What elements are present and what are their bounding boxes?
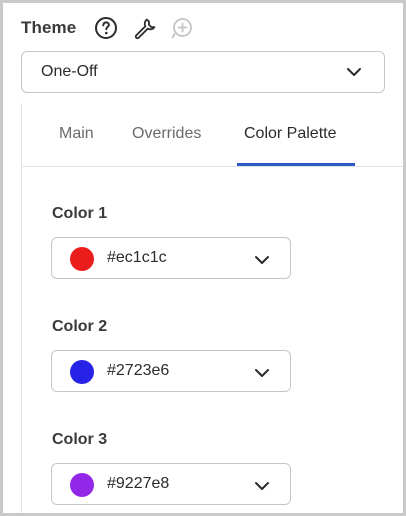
color-2-value: #2723e6 <box>107 362 170 379</box>
theme-settings-panel: Main Overrides Color Palette Color 1 #ec… <box>21 103 403 513</box>
wrench-icon[interactable] <box>131 15 157 41</box>
chevron-down-icon <box>346 64 362 85</box>
chevron-down-icon <box>254 365 270 386</box>
theme-select-value: One-Off <box>41 63 98 80</box>
tab-overrides[interactable]: Overrides <box>132 125 201 143</box>
theme-select[interactable]: One-Off <box>21 51 385 93</box>
chevron-down-icon <box>254 252 270 273</box>
color-swatch <box>70 473 94 497</box>
theme-label: Theme <box>21 18 77 37</box>
add-circle-icon[interactable] <box>169 15 195 41</box>
color-1-value: #ec1c1c <box>107 249 167 266</box>
help-circle-icon[interactable] <box>93 15 119 41</box>
tab-main[interactable]: Main <box>59 125 94 143</box>
tab-color-palette[interactable]: Color Palette <box>244 125 337 143</box>
color-3-value: #9227e8 <box>107 475 170 492</box>
color-2-select[interactable]: #2723e6 <box>51 350 291 392</box>
color-2-label: Color 2 <box>52 318 108 335</box>
color-3-select[interactable]: #9227e8 <box>51 463 291 505</box>
theme-header: Theme <box>21 13 195 43</box>
active-tab-indicator <box>237 163 355 166</box>
color-1-select[interactable]: #ec1c1c <box>51 237 291 279</box>
color-3-label: Color 3 <box>52 431 108 448</box>
color-swatch <box>70 247 94 271</box>
chevron-down-icon <box>254 478 270 499</box>
color-swatch <box>70 360 94 384</box>
theme-panel: Theme One-Off Main Overrides Color Palet… <box>0 0 406 516</box>
tab-bar: Main Overrides Color Palette <box>22 103 403 167</box>
color-1-label: Color 1 <box>52 205 108 222</box>
